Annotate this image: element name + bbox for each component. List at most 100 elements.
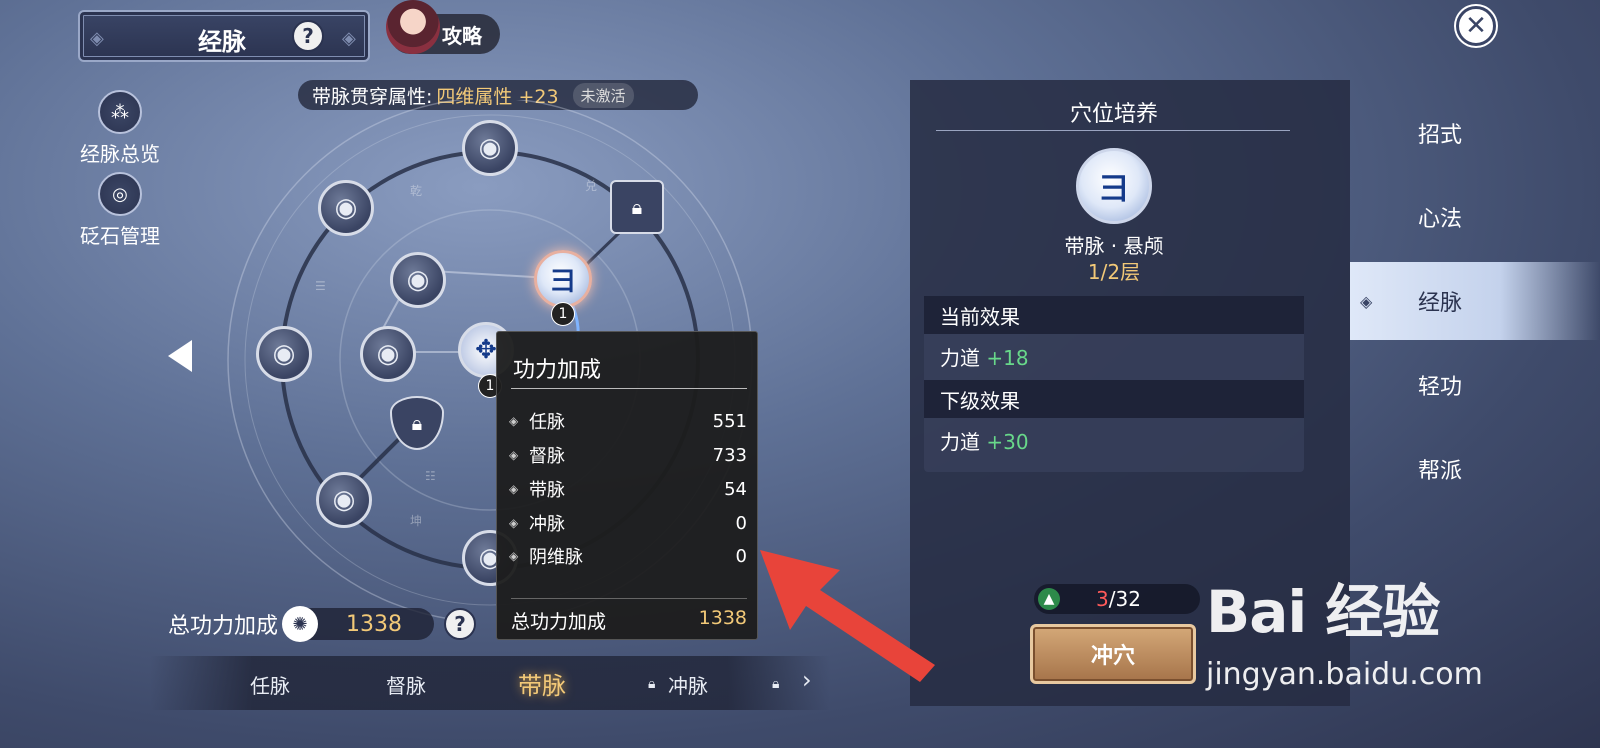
ornament-icon: ◈ — [90, 28, 104, 49]
divider — [511, 598, 747, 599]
level-badge: 1 — [551, 302, 575, 326]
divider — [936, 130, 1290, 131]
tooltip-title: 功力加成 — [513, 358, 602, 383]
ornament-icon: ◈ — [342, 28, 356, 49]
meridian-overview-button[interactable]: ⁂ 经脉总览 — [74, 90, 166, 167]
svg-text:☷: ☷ — [425, 469, 436, 483]
row-name: 任脉 — [529, 412, 565, 433]
diamond-icon: ◈ — [509, 549, 519, 563]
resource-count: ▲ 3 /32 — [1034, 584, 1200, 614]
row-name: 带脉 — [529, 480, 565, 501]
tooltip-row: ◈ 冲脉 0 — [509, 511, 747, 536]
baidu-watermark: Bai 经验 jingyan.baidu.com — [1206, 565, 1483, 692]
acupoint-node[interactable]: ◉ — [462, 120, 518, 176]
lock-icon: 🔒︎ — [631, 195, 643, 219]
tooltip-total: 总功力加成 1338 — [511, 607, 747, 634]
svg-text:乾: 乾 — [410, 184, 422, 198]
tooltip-row: ◈ 督脉 733 — [509, 443, 747, 468]
total-power-help-button[interactable]: ? — [444, 608, 477, 640]
diamond-icon: ◈ — [509, 482, 519, 496]
tab-dumai[interactable]: 督脉 — [386, 670, 426, 699]
guide-button[interactable]: 攻略 — [386, 0, 500, 54]
close-button[interactable]: ✕ — [1456, 6, 1496, 46]
prev-arrow-icon[interactable] — [168, 340, 192, 372]
nav-label: 经脉 — [1417, 291, 1462, 316]
tooltip-row: ◈ 阴维脉 0 — [509, 544, 747, 569]
power-swirl-icon: ✺ — [282, 606, 319, 642]
total-power-box: ✺ 1338 — [282, 606, 435, 642]
tab-chongmai[interactable]: 冲脉 — [668, 670, 708, 699]
diamond-icon: ◈ — [509, 516, 519, 530]
count-total: /32 — [1108, 587, 1141, 611]
nav-zhaoshi[interactable]: 招式 — [1350, 94, 1600, 172]
meridian-tabbar: 任脉 督脉 带脉 🔒︎ 冲脉 🔒︎ › — [150, 656, 830, 710]
total-label: 总功力加成 — [511, 611, 607, 633]
nav-label: 心法 — [1417, 207, 1462, 232]
nav-qinggong[interactable]: 轻功 — [1350, 346, 1600, 424]
power-bonus-tooltip: 功力加成 ◈ 任脉 551 ◈ 督脉 733 ◈ 带脉 54 ◈ 冲脉 0 ◈ … — [496, 331, 758, 640]
upgrade-arrow-icon: ▲ — [1038, 588, 1060, 610]
total-power-label: 总功力加成 — [168, 614, 279, 639]
stone-management-button[interactable]: ◎ 砭石管理 — [74, 172, 166, 249]
acupoint-node[interactable]: ◉ — [390, 252, 446, 308]
current-stat-value: +18 — [986, 346, 1029, 370]
row-value: 54 — [724, 478, 747, 500]
row-name: 冲脉 — [529, 514, 565, 535]
svg-text:坤: 坤 — [410, 513, 422, 528]
panel-title: 穴位培养 — [1069, 102, 1158, 127]
nav-label: 招式 — [1417, 123, 1462, 148]
row-name: 阴维脉 — [529, 547, 583, 568]
acupoint-level: 1/2层 — [1087, 260, 1141, 284]
nav-bangpai[interactable]: 帮派 — [1350, 430, 1600, 508]
nav-xinfa[interactable]: 心法 — [1350, 178, 1600, 256]
acupoint-node[interactable]: ◉ — [316, 472, 372, 528]
diamond-icon: ◈ — [509, 448, 519, 462]
watermark-url: jingyan.baidu.com — [1206, 657, 1483, 692]
diamond-icon: ◈ — [509, 414, 519, 428]
tooltip-row: ◈ 任脉 551 — [509, 409, 747, 434]
acupoint-name: 带脉 · 悬颅 — [1064, 234, 1164, 258]
title-plate: ◈ 经脉 ? ◈ — [78, 10, 370, 62]
acupoint-node[interactable]: ◉ — [360, 326, 416, 382]
divider — [511, 388, 747, 389]
stone-management-label: 砭石管理 — [80, 224, 160, 248]
watermark-brand: Bai 经验 — [1206, 578, 1440, 646]
tab-renmai[interactable]: 任脉 — [250, 670, 290, 699]
next-effect-header: 下级效果 — [924, 380, 1304, 418]
total-power-value: 1338 — [346, 611, 403, 637]
effects-box: 当前效果 力道 +18 下级效果 力道 +30 — [924, 296, 1304, 472]
acupoint-node[interactable]: ◉ — [318, 180, 374, 236]
guide-avatar — [386, 0, 440, 54]
next-effect-value: 力道 +30 — [940, 426, 1029, 455]
current-stat: 力道 — [940, 346, 980, 370]
current-effect-header: 当前效果 — [924, 296, 1304, 334]
next-stat-value: +30 — [986, 430, 1029, 454]
page-title: 经脉 — [198, 28, 246, 56]
selected-acupoint-node[interactable]: 彐 — [534, 250, 592, 308]
tab-daimai[interactable]: 带脉 — [518, 666, 566, 701]
network-icon: ⁂ — [98, 90, 142, 134]
nav-jingmai[interactable]: ◈ 经脉 — [1350, 262, 1600, 340]
nav-label: 帮派 — [1417, 459, 1462, 484]
total-power-bar: 总功力加成 ✺ 1338 ? — [168, 606, 477, 642]
tooltip-row: ◈ 带脉 54 — [509, 477, 747, 502]
selected-marker-icon: ◈ — [1360, 291, 1373, 311]
count-current: 3 — [1096, 587, 1109, 611]
lock-icon: 🔒︎ — [411, 411, 423, 435]
svg-text:兑: 兑 — [585, 179, 597, 193]
row-value: 733 — [712, 444, 747, 466]
meridian-overview-label: 经脉总览 — [80, 142, 160, 166]
break-acupoint-button[interactable]: 冲穴 — [1030, 624, 1196, 684]
current-effect-value: 力道 +18 — [940, 342, 1029, 371]
acupoint-node[interactable]: ◉ — [256, 326, 312, 382]
stone-ring-icon: ◎ — [98, 172, 142, 216]
row-value: 551 — [712, 410, 747, 432]
next-stat: 力道 — [940, 430, 980, 454]
lock-icon: 🔒︎ — [648, 676, 656, 692]
nav-label: 轻功 — [1417, 375, 1462, 400]
locked-acupoint[interactable]: 🔒︎ — [610, 180, 664, 234]
guide-label: 攻略 — [442, 23, 482, 48]
help-button[interactable]: ? — [292, 20, 324, 52]
svg-text:☰: ☰ — [315, 279, 326, 293]
acupoint-icon: 彐 — [1076, 148, 1152, 224]
